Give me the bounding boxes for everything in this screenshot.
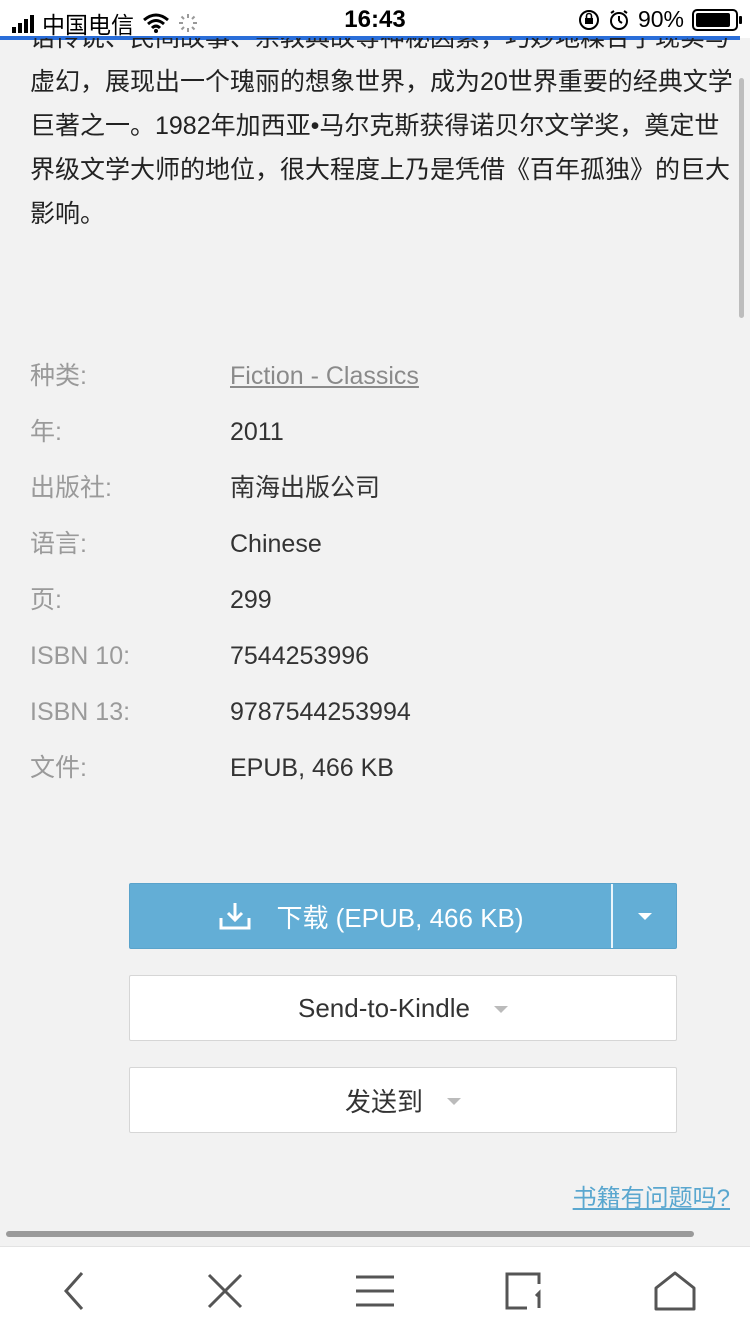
description-line: 巨著之一。1982年加西亚•马尔克斯获得诺贝尔文学奖，奠定世	[30, 112, 720, 140]
property-label: ISBN 13:	[30, 698, 131, 726]
property-row: 种类: Fiction - Classics	[30, 348, 730, 404]
chevron-down-icon	[638, 912, 652, 920]
property-value: 2011	[230, 418, 284, 446]
property-label: 年:	[30, 418, 62, 446]
category-link[interactable]: Fiction - Classics	[230, 348, 419, 404]
property-row: ISBN 13: 9787544253994	[30, 684, 730, 740]
book-properties: 种类: Fiction - Classics 年: 2011 出版社: 南海出版…	[30, 348, 730, 796]
orientation-lock-icon	[578, 9, 599, 30]
home-icon	[654, 1271, 696, 1311]
tabs-icon	[505, 1272, 541, 1310]
chevron-down-icon	[494, 1005, 508, 1013]
description-line: 影响。	[30, 200, 106, 228]
download-label: 下载 (EPUB, 466 KB)	[276, 902, 524, 933]
property-value: 南海出版公司	[230, 474, 381, 502]
property-row: 出版社: 南海出版公司	[30, 460, 730, 516]
browser-toolbar	[0, 1246, 750, 1335]
property-row: 语言: Chinese	[30, 516, 730, 572]
close-icon	[207, 1273, 243, 1309]
menu-icon	[356, 1275, 394, 1307]
property-label: 页:	[30, 586, 62, 614]
report-problem-link[interactable]: 书籍有问题吗?	[573, 1178, 730, 1213]
alarm-icon	[609, 9, 628, 30]
property-value: EPUB, 466 KB	[230, 754, 394, 782]
property-label: 语言:	[30, 530, 87, 558]
download-tray-icon	[219, 903, 251, 930]
property-label: 种类:	[30, 362, 87, 390]
menu-button[interactable]	[300, 1247, 450, 1335]
send-to-label: 发送到	[344, 1086, 423, 1117]
book-description: 话传说、民间故事、宗教典故等神秘因素，巧妙地糅合了现实与 虚幻，展现出一个瑰丽的…	[30, 38, 750, 236]
home-button[interactable]	[600, 1247, 750, 1335]
property-label: ISBN 10:	[30, 642, 131, 670]
property-value: 9787544253994	[230, 698, 411, 726]
chevron-down-icon	[447, 1097, 461, 1105]
horizontal-scrollbar[interactable]	[6, 1231, 694, 1237]
property-row: 年: 2011	[30, 404, 730, 460]
description-line: 界级文学大师的地位，很大程度上乃是凭借《百年孤独》的巨大	[30, 156, 731, 184]
description-line: 虚幻，展现出一个瑰丽的想象世界，成为20世界重要的经典文学	[30, 68, 733, 96]
property-value: 7544253996	[230, 642, 370, 670]
battery-icon	[692, 8, 742, 31]
button-divider	[611, 884, 613, 948]
chevron-left-icon	[63, 1272, 84, 1310]
back-button[interactable]	[0, 1247, 150, 1335]
download-options-toggle[interactable]	[614, 884, 676, 948]
download-button[interactable]: 下载 (EPUB, 466 KB)	[130, 884, 612, 948]
send-to-kindle-button[interactable]: Send-to-Kindle	[129, 975, 677, 1041]
vertical-scrollbar[interactable]	[739, 78, 744, 318]
property-label: 文件:	[30, 754, 87, 782]
close-button[interactable]	[150, 1247, 300, 1335]
page-content[interactable]: 话传说、民间故事、宗教典故等神秘因素，巧妙地糅合了现实与 虚幻，展现出一个瑰丽的…	[0, 38, 750, 1243]
send-to-button[interactable]: 发送到	[129, 1067, 677, 1133]
property-value: Chinese	[230, 530, 322, 558]
send-to-kindle-label: Send-to-Kindle	[298, 992, 470, 1023]
download-button-group: 下载 (EPUB, 466 KB)	[129, 883, 677, 949]
property-label: 出版社:	[30, 474, 112, 502]
property-row: 页: 299	[30, 572, 730, 628]
property-value: 299	[230, 586, 272, 614]
property-row: ISBN 10: 7544253996	[30, 628, 730, 684]
description-line: 话传说、民间故事、宗教典故等神秘因素，巧妙地糅合了现实与	[30, 38, 731, 52]
battery-percent: 90%	[637, 6, 684, 32]
tabs-button[interactable]	[450, 1247, 600, 1335]
status-bar: 中国电信 16:43 90%	[0, 0, 750, 40]
property-row: 文件: EPUB, 466 KB	[30, 740, 730, 796]
